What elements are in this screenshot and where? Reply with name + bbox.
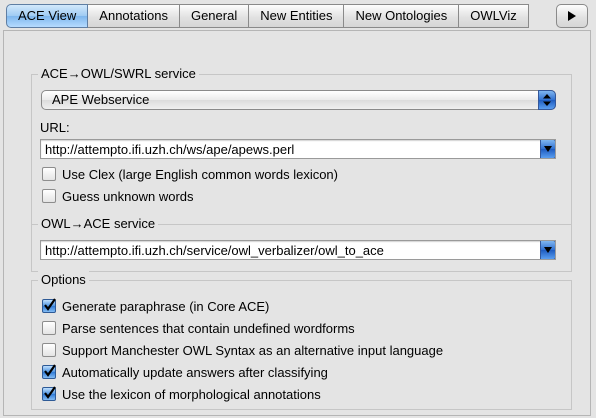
ace-service-title: ACE→OWL/SWRL service xyxy=(38,65,199,83)
tab-new-entities[interactable]: New Entities xyxy=(249,4,345,28)
checkmark-icon xyxy=(42,298,56,313)
auto-update-checkbox[interactable]: Automatically update answers after class… xyxy=(42,363,328,381)
checkbox-icon xyxy=(42,343,56,357)
use-clex-checkbox[interactable]: Use Clex (large English common words lex… xyxy=(42,165,338,183)
url-combo-value: http://attempto.ifi.uzh.ch/ws/ape/apews.… xyxy=(45,142,295,157)
manchester-syntax-label: Support Manchester OWL Syntax as an alte… xyxy=(62,342,444,358)
checkbox-icon xyxy=(42,189,56,203)
tab-bar: ACE View Annotations General New Entitie… xyxy=(6,4,529,28)
chevron-down-icon[interactable] xyxy=(540,241,555,259)
owl-url-combo-value: http://attempto.ifi.uzh.ch/service/owl_v… xyxy=(45,243,384,258)
parse-undefined-checkbox[interactable]: Parse sentences that contain undefined w… xyxy=(42,319,355,337)
generate-paraphrase-label: Generate paraphrase (in Core ACE) xyxy=(62,298,270,314)
parse-undefined-label: Parse sentences that contain undefined w… xyxy=(62,320,355,336)
updown-arrows-icon xyxy=(538,90,556,110)
tab-general[interactable]: General xyxy=(179,4,250,28)
service-select[interactable]: APE Webservice xyxy=(41,90,556,110)
tab-ace-view[interactable]: ACE View xyxy=(6,4,89,28)
guess-unknown-label: Guess unknown words xyxy=(62,188,194,204)
owl-url-combo[interactable]: http://attempto.ifi.uzh.ch/service/owl_v… xyxy=(40,240,556,260)
checkmark-icon xyxy=(42,386,56,401)
tab-owlviz[interactable]: OWLViz xyxy=(459,4,529,28)
url-combo[interactable]: http://attempto.ifi.uzh.ch/ws/ape/apews.… xyxy=(40,139,556,159)
checkbox-icon xyxy=(42,167,56,181)
options-title: Options xyxy=(38,271,89,289)
manchester-syntax-checkbox[interactable]: Support Manchester OWL Syntax as an alte… xyxy=(42,341,443,359)
service-select-value: APE Webservice xyxy=(52,92,150,107)
tab-annotations[interactable]: Annotations xyxy=(88,4,180,28)
url-label: URL: xyxy=(40,120,70,135)
owl-service-group: OWL→ACE service http://attempto.ifi.uzh.… xyxy=(31,215,572,272)
checkmark-icon xyxy=(42,364,56,379)
morph-lexicon-label: Use the lexicon of morphological annotat… xyxy=(62,386,321,402)
options-group: Options Generate paraphrase (in Core ACE… xyxy=(31,271,572,410)
ace-view-panel: ACE→OWL/SWRL service APE Webservice URL:… xyxy=(3,30,591,416)
use-clex-label: Use Clex (large English common words lex… xyxy=(62,166,338,182)
guess-unknown-checkbox[interactable]: Guess unknown words xyxy=(42,187,194,205)
auto-update-label: Automatically update answers after class… xyxy=(62,364,328,380)
generate-paraphrase-checkbox[interactable]: Generate paraphrase (in Core ACE) xyxy=(42,297,269,315)
morph-lexicon-checkbox[interactable]: Use the lexicon of morphological annotat… xyxy=(42,385,321,403)
tab-new-ontologies[interactable]: New Ontologies xyxy=(344,4,460,28)
owl-service-title: OWL→ACE service xyxy=(38,215,159,233)
tab-scroll-button[interactable] xyxy=(556,4,588,28)
checkbox-icon xyxy=(42,321,56,335)
triangle-right-icon xyxy=(568,11,576,21)
chevron-down-icon[interactable] xyxy=(540,140,555,158)
